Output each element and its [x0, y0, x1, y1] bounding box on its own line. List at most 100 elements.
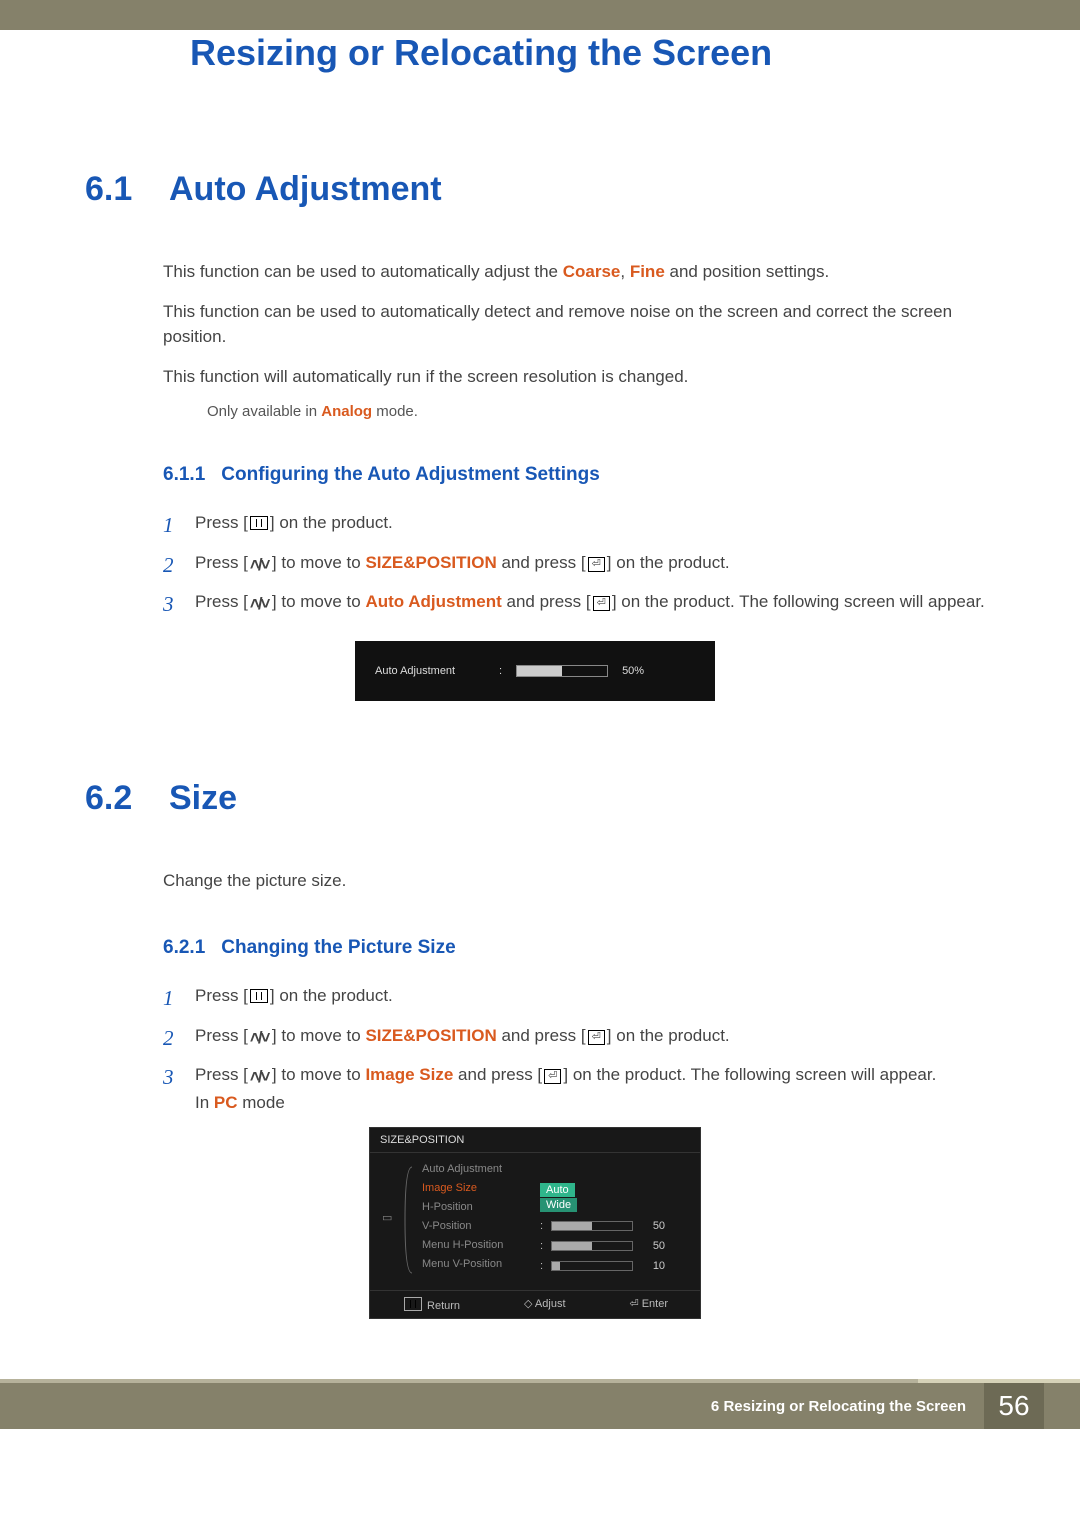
emph-pc: PC — [214, 1093, 238, 1112]
text: Press [ — [195, 1026, 248, 1045]
text: ] on the product. — [270, 513, 393, 532]
step-1b: 1 Press [] on the product. — [163, 983, 985, 1015]
osd-menu-title: SIZE&POSITION — [370, 1128, 700, 1153]
text: This function can be used to automatical… — [163, 262, 563, 281]
note-analog: Only available in Analog mode. — [207, 403, 985, 420]
step-2: 2 Press [˄/˅] to move to SIZE&POSITION a… — [163, 550, 985, 582]
text: In — [195, 1093, 214, 1112]
menu-item: Menu H-Position — [422, 1239, 532, 1251]
text: ] to move to — [272, 1026, 366, 1045]
subsection-title: Configuring the Auto Adjustment Settings — [221, 464, 600, 486]
header-bar: Resizing or Relocating the Screen — [0, 0, 1080, 30]
footer-return: Return — [427, 1300, 460, 1312]
section-6-1-body: This function can be used to automatical… — [163, 259, 985, 389]
step-number: 2 — [163, 550, 195, 582]
step-3b: 3 Press [˄/˅] to move to Image Size and … — [163, 1062, 985, 1115]
section-number: 6.1 — [85, 170, 141, 209]
slider-value: 50 — [641, 1240, 665, 1252]
emph-coarse: Coarse — [563, 262, 621, 281]
text: ] on the product. — [607, 553, 730, 572]
aspect-icon: ▭ — [382, 1163, 396, 1272]
footer-chapter-num: 6 — [711, 1398, 719, 1415]
text: and press [ — [497, 1026, 586, 1045]
text: Press [ — [195, 592, 248, 611]
step-2b: 2 Press [˄/˅] to move to SIZE&POSITION a… — [163, 1023, 985, 1055]
text: mode. — [372, 403, 418, 420]
section-title: Size — [169, 779, 237, 818]
section-6-2-body: Change the picture size. — [163, 868, 985, 894]
slider-bar — [551, 1221, 633, 1231]
option: Wide — [540, 1198, 577, 1212]
chapter-title: Resizing or Relocating the Screen — [190, 32, 772, 74]
step-number: 3 — [163, 589, 195, 621]
text: Press [ — [195, 513, 248, 532]
slider-bar — [551, 1241, 633, 1251]
menu-item-active: Image Size — [422, 1182, 532, 1194]
section-6-1-1-heading: 6.1.1 Configuring the Auto Adjustment Se… — [163, 464, 985, 486]
step-number: 2 — [163, 1023, 195, 1055]
step-number: 1 — [163, 510, 195, 542]
emph-fine: Fine — [630, 262, 665, 281]
emph-autoadj: Auto Adjustment — [365, 592, 501, 611]
osd-size-position-menu: SIZE&POSITION ▭ Auto Adjustment Image Si… — [369, 1127, 701, 1319]
text: and press [ — [502, 592, 591, 611]
text: ] on the product. — [607, 1026, 730, 1045]
text: Press [ — [195, 553, 248, 572]
menu-icon — [404, 1297, 422, 1311]
emph-imagesize: Image Size — [365, 1065, 453, 1084]
text: mode — [238, 1093, 285, 1112]
text: Change the picture size. — [163, 868, 985, 894]
text: ] to move to — [272, 592, 366, 611]
subsection-title: Changing the Picture Size — [221, 937, 455, 959]
section-title: Auto Adjustment — [169, 170, 442, 209]
osd-label: Auto Adjustment — [375, 665, 485, 677]
slider-bar — [551, 1261, 633, 1271]
section-number: 6.2 — [85, 779, 141, 818]
footer-enter: Enter — [642, 1298, 668, 1310]
up-down-icon: ˄/˅ — [250, 1025, 270, 1051]
text: and press [ — [497, 553, 586, 572]
text: ] on the product. — [270, 986, 393, 1005]
emph-analog: Analog — [321, 403, 372, 420]
enter-icon: ⏎ — [588, 557, 605, 572]
text: and press [ — [453, 1065, 542, 1084]
enter-icon: ⏎ — [593, 596, 610, 611]
subsection-number: 6.1.1 — [163, 464, 205, 486]
osd-footer: Return ◇ Adjust ⏎ Enter — [370, 1290, 700, 1318]
footer-chapter-title: Resizing or Relocating the Screen — [723, 1398, 966, 1415]
text: This function can be used to automatical… — [163, 299, 985, 350]
menu-item: V-Position — [422, 1220, 532, 1232]
slider-value: 10 — [641, 1260, 665, 1272]
section-6-2-heading: 6.2 Size — [85, 779, 985, 818]
section-6-2-1-heading: 6.2.1 Changing the Picture Size — [163, 937, 985, 959]
menu-item: Menu V-Position — [422, 1258, 532, 1270]
text: ] on the product. The following screen w… — [612, 592, 985, 611]
step-number: 3 — [163, 1062, 195, 1115]
slider-value: 50 — [641, 1220, 665, 1232]
text: , — [620, 262, 629, 281]
up-down-icon: ˄/˅ — [250, 1064, 270, 1090]
osd-menu-items: Auto Adjustment Image Size H-Position V-… — [422, 1163, 532, 1272]
osd-value: 50% — [622, 665, 644, 677]
page-footer: 6 Resizing or Relocating the Screen 56 — [0, 1383, 1080, 1429]
menu-item: Auto Adjustment — [422, 1163, 532, 1175]
emph-sizepos: SIZE&POSITION — [365, 553, 496, 572]
colon: : — [499, 665, 502, 677]
text: Press [ — [195, 1065, 248, 1084]
text: ] to move to — [272, 553, 366, 572]
step-3: 3 Press [˄/˅] to move to Auto Adjustment… — [163, 589, 985, 621]
menu-icon — [250, 989, 268, 1003]
menu-item: H-Position — [422, 1201, 532, 1213]
step-number: 1 — [163, 983, 195, 1015]
option-selected: Auto — [540, 1183, 575, 1197]
emph-sizepos: SIZE&POSITION — [365, 1026, 496, 1045]
subsection-number: 6.2.1 — [163, 937, 205, 959]
bracket-icon — [404, 1165, 414, 1275]
page-number: 56 — [984, 1383, 1044, 1429]
footer-adjust: Adjust — [535, 1298, 566, 1310]
enter-icon: ⏎ — [588, 1030, 605, 1045]
section-6-1-heading: 6.1 Auto Adjustment — [85, 170, 985, 209]
osd-menu-values: Auto Wide : 50 : 50 : 10 — [540, 1163, 688, 1272]
enter-icon: ⏎ — [544, 1069, 561, 1084]
progress-bar — [516, 665, 608, 677]
